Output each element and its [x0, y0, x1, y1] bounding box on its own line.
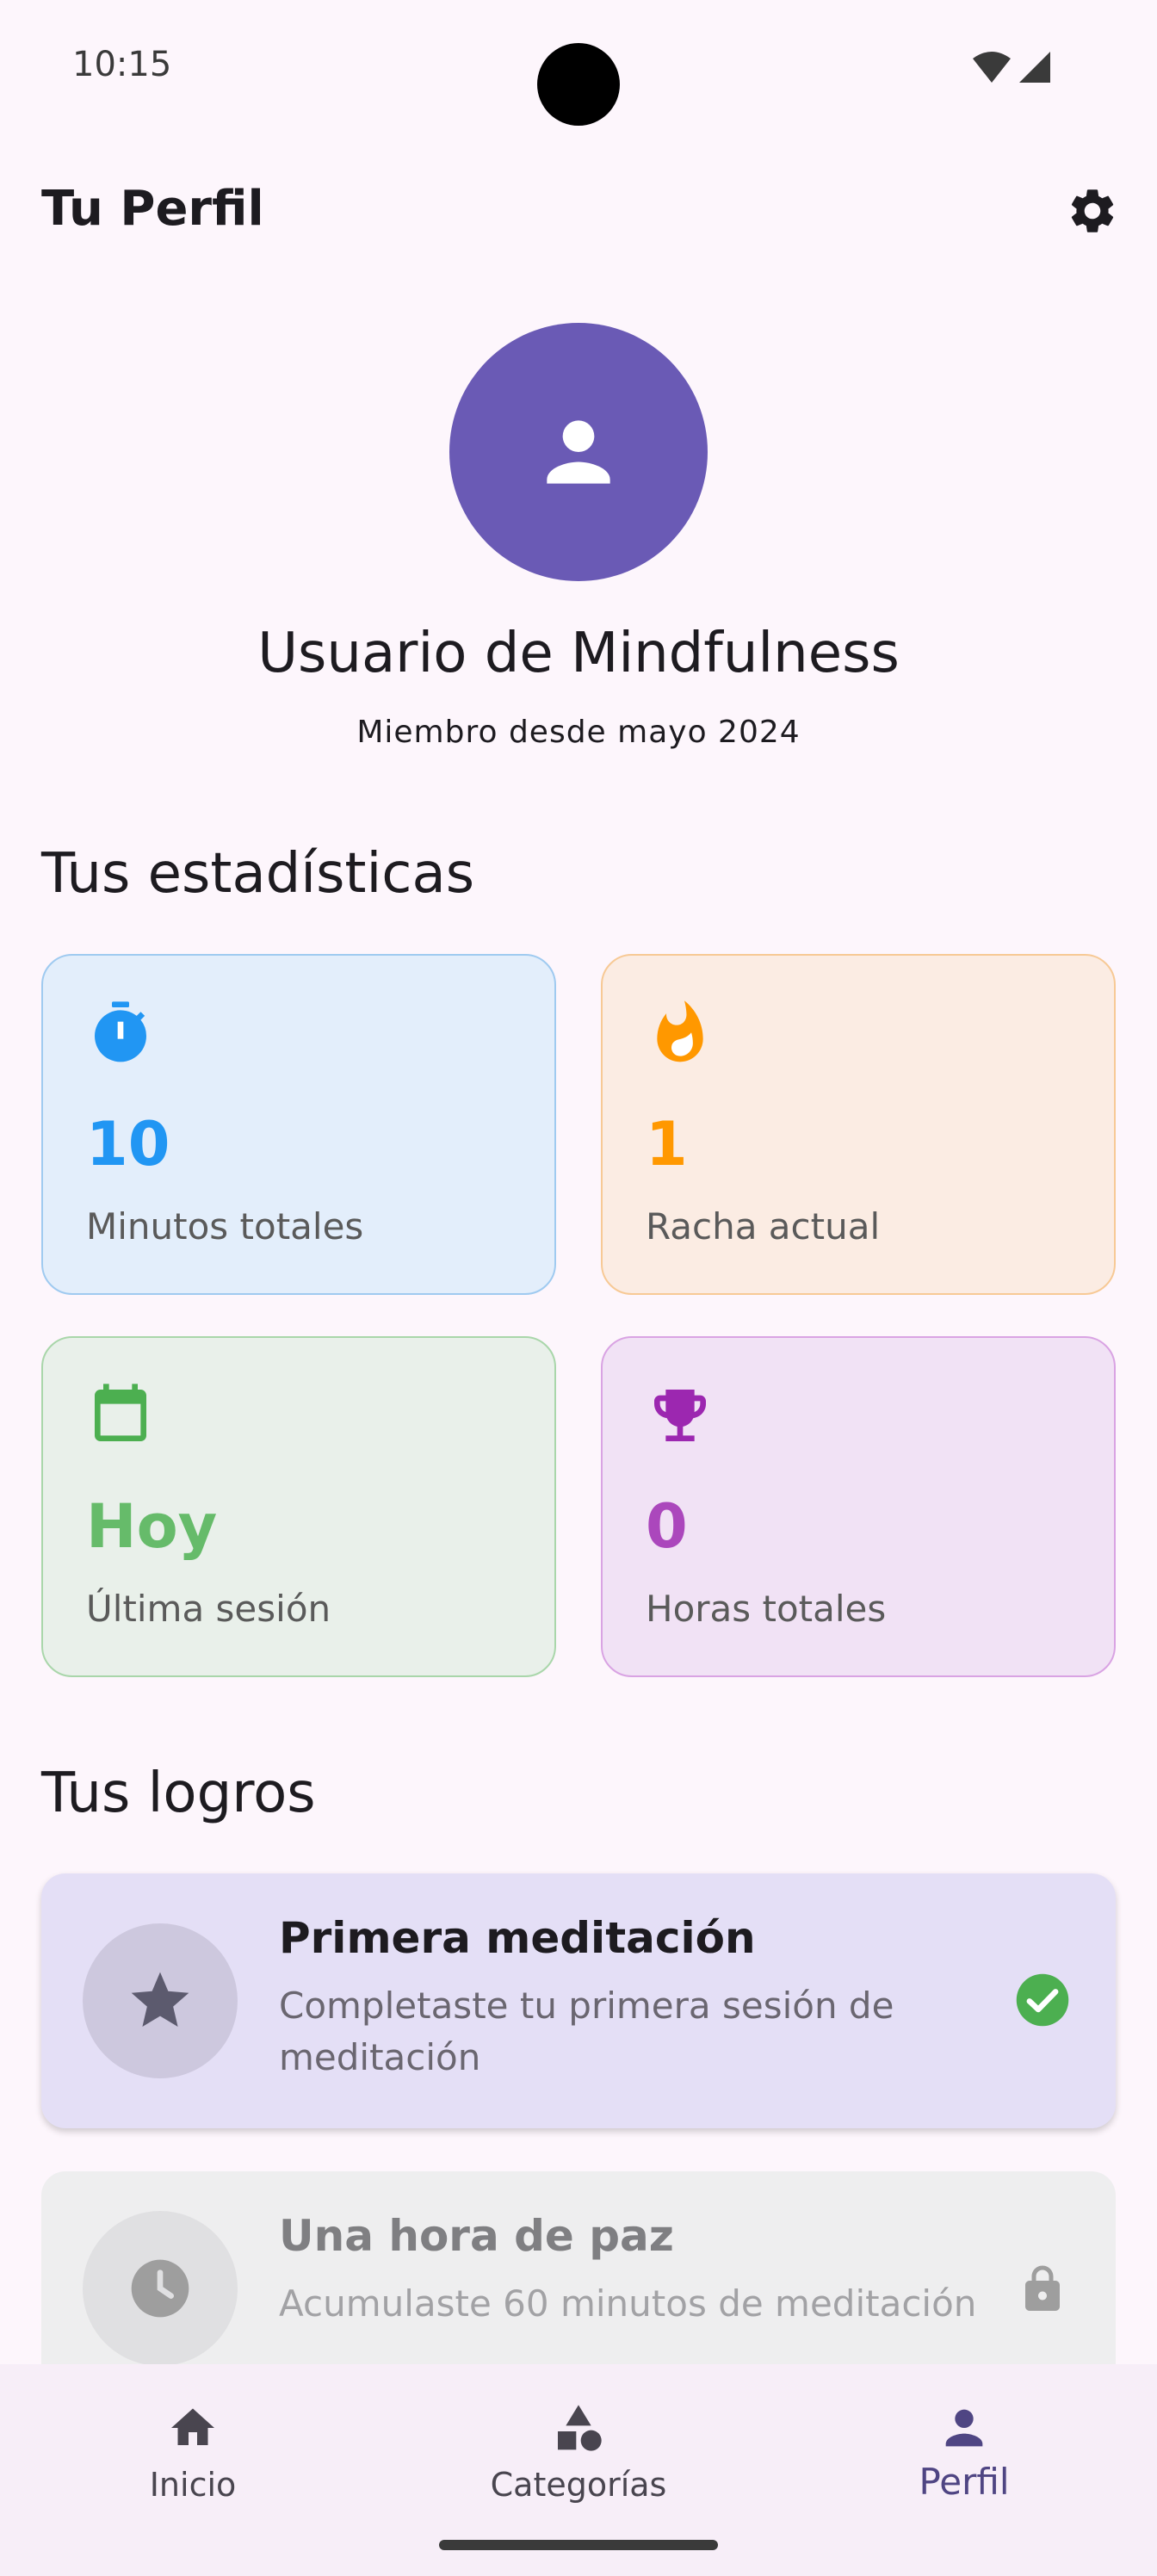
achievement-title: Primera meditación — [279, 1913, 756, 1963]
stat-value: Hoy — [86, 1491, 218, 1562]
member-since: Miembro desde mayo 2024 — [356, 715, 801, 750]
settings-button[interactable] — [1062, 181, 1123, 241]
signal-icon — [1019, 52, 1050, 83]
stat-value: 1 — [646, 1109, 688, 1180]
nav-label: Perfil — [919, 2461, 1010, 2503]
achievement-badge — [83, 2211, 238, 2366]
app-bar: Tu Perfil — [0, 164, 1157, 258]
timer-icon — [95, 1001, 147, 1062]
stat-label: Horas totales — [646, 1588, 887, 1630]
stat-label: Racha actual — [646, 1205, 881, 1248]
nav-item-inicio[interactable]: Inicio — [0, 2364, 386, 2536]
stat-value: 10 — [86, 1109, 170, 1180]
achievement-description: Acumulaste 60 minutos de meditación — [279, 2282, 977, 2325]
nav-item-categorias[interactable]: Categorías — [386, 2364, 771, 2536]
camera-cutout — [537, 43, 620, 126]
achievements-section-title: Tus logros — [41, 1762, 316, 1825]
status-time: 10:15 — [72, 45, 172, 84]
stat-card-total-minutes: 10 Minutos totales — [41, 954, 556, 1295]
stat-card-total-hours: 0 Horas totales — [601, 1336, 1116, 1677]
achievement-description: Completaste tu primera sesión de meditac… — [279, 1985, 894, 2078]
lock-icon — [1025, 2265, 1060, 2311]
person-icon — [945, 2409, 983, 2447]
nav-label: Categorías — [490, 2466, 667, 2504]
category-shapes-icon — [558, 2405, 602, 2451]
avatar — [449, 323, 708, 581]
fire-icon — [657, 1000, 703, 1062]
calendar-icon — [95, 1384, 146, 1441]
stat-label: Minutos totales — [86, 1205, 364, 1248]
trophy-icon — [654, 1390, 706, 1441]
profile-screen: 10:15 Tu Perfil Usuario de Mindfulness M… — [0, 0, 1157, 2576]
stat-card-last-session: Hoy Última sesión — [41, 1336, 556, 1677]
stats-section-title: Tus estadísticas — [41, 842, 475, 906]
profile-name: Usuario de Mindfulness — [257, 622, 900, 685]
person-icon — [547, 420, 610, 484]
page-title: Tu Perfil — [41, 181, 264, 237]
gear-icon — [1071, 189, 1114, 232]
wifi-icon — [973, 52, 1011, 83]
achievement-status — [1014, 2261, 1071, 2318]
status-icons — [973, 50, 1050, 84]
nav-item-perfil[interactable]: Perfil — [771, 2364, 1157, 2536]
stat-label: Última sesión — [86, 1588, 331, 1630]
achievement-card-first-meditation[interactable]: Primera meditación Completaste tu primer… — [41, 1873, 1116, 2128]
home-indicator[interactable] — [439, 2540, 718, 2550]
stat-value: 0 — [646, 1491, 688, 1562]
star-icon — [131, 1972, 189, 2027]
achievement-status — [1014, 1972, 1071, 2028]
achievement-title: Una hora de paz — [279, 2211, 674, 2261]
home-icon — [171, 2408, 214, 2445]
nav-label: Inicio — [149, 2466, 237, 2504]
status-bar: 10:15 — [0, 0, 1157, 138]
achievement-badge — [83, 1923, 238, 2078]
clock-icon — [131, 2259, 189, 2318]
check-circle-icon — [1016, 1973, 1069, 2027]
stat-card-current-streak: 1 Racha actual — [601, 954, 1116, 1295]
